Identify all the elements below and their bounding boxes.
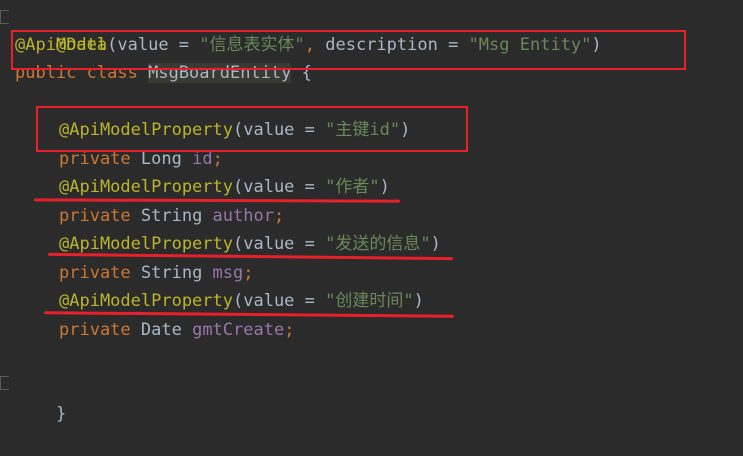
highlight-box-property-id [36,106,468,152]
code-line-prop2-field: private String author; [59,206,285,226]
keyword-private: private [59,206,131,226]
closing-brace: } [55,404,67,424]
keyword-private: private [59,149,131,169]
string-literal: "发送的信息" [325,234,431,254]
fold-marker-icon[interactable] [0,376,9,390]
field-name: author [212,206,274,226]
string-literal: "作者" [325,177,380,197]
annotation-property: @ApiModelProperty [59,234,233,254]
field-name: msg [212,263,244,283]
field-name: gmtCreate [192,320,285,340]
string-literal: "创建时间" [325,291,414,311]
code-editor[interactable]: @Data @ApiModel(value = "信息表实体", descrip… [0,0,743,424]
keyword-private: private [59,320,131,340]
field-name: id [192,149,213,169]
code-line-prop2-annotation: @ApiModelProperty(value = "作者") [59,177,390,197]
annotation-property: @ApiModelProperty [59,291,233,311]
code-line-1: @Data [15,3,107,55]
highlight-box-apimodel [11,30,686,70]
code-line-prop4-field: private Date gmtCreate; [59,320,295,340]
code-line-prop3-field: private String msg; [59,263,254,283]
fold-marker-icon[interactable] [0,10,9,24]
keyword-private: private [59,263,131,283]
code-line-closing: } [15,372,66,424]
annotation-property: @ApiModelProperty [59,177,233,197]
